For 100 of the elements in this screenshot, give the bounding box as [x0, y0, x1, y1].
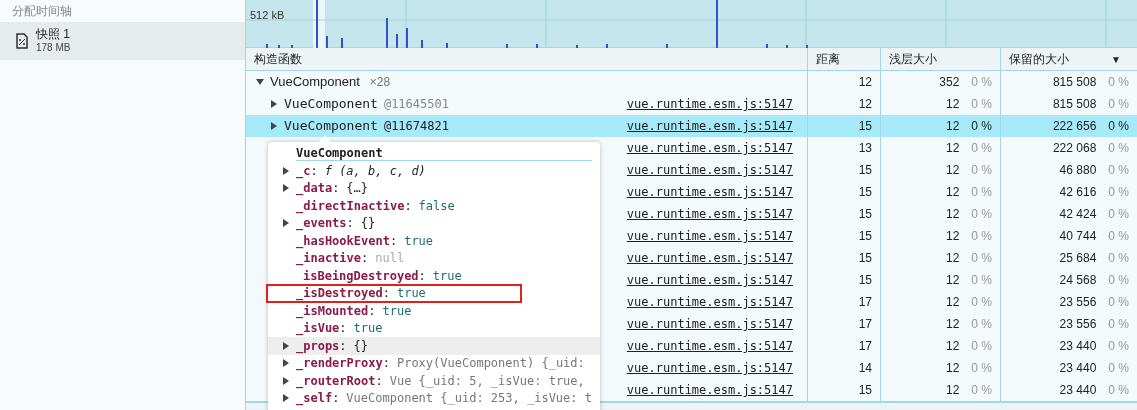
shallow-size: 12 [945, 338, 960, 355]
shallow-percent: 0 % [971, 360, 992, 377]
shallow-percent: 0 % [971, 294, 992, 311]
column-header[interactable]: 浅层大小 [889, 50, 937, 68]
property-key[interactable]: _routerRoot [296, 371, 376, 390]
source-link[interactable]: vue.runtime.esm.js:5147 [626, 337, 793, 355]
property-key[interactable]: _isVue [296, 319, 340, 338]
retained-size: 815 508 [1052, 96, 1097, 113]
property-key[interactable]: _renderProxy [296, 354, 383, 373]
source-link[interactable]: vue.runtime.esm.js:5147 [626, 183, 793, 201]
retained-percent: 0 % [1108, 228, 1129, 245]
popover-title: VueComponent [296, 146, 383, 160]
shallow-size: 12 [945, 382, 960, 399]
constructor-name[interactable]: VueComponent [284, 94, 378, 114]
expand-triangle-icon[interactable] [282, 219, 290, 228]
colon: : [418, 267, 426, 285]
source-link[interactable]: vue.runtime.esm.js:5147 [626, 161, 793, 179]
shallow-percent: 0 % [971, 162, 992, 179]
property-key[interactable]: _props [296, 336, 340, 355]
property-key[interactable]: _inactive [296, 249, 362, 268]
shallow-size: 12 [945, 250, 960, 267]
distance-value: 12 [858, 96, 872, 113]
property-key[interactable]: _isMounted [296, 301, 369, 320]
shallow-percent: 0 % [971, 316, 992, 333]
distance-value: 15 [858, 206, 872, 223]
retained-size: 23 440 [1059, 360, 1097, 377]
retained-size: 23 440 [1059, 338, 1097, 355]
property-key[interactable]: _hasHookEvent [296, 231, 390, 250]
shallow-percent: 0 % [971, 382, 992, 399]
table-row[interactable]: VueComponent @11674821 vue.runtime.esm.js:5147 15 12 0 % 222 656 0 % [246, 115, 1137, 137]
source-link[interactable]: vue.runtime.esm.js:5147 [626, 117, 793, 135]
property-key[interactable]: _self [296, 389, 333, 408]
shallow-size: 12 [945, 294, 960, 311]
shallow-percent: 0 % [971, 250, 992, 267]
property-value: {…} [346, 180, 369, 198]
distance-value: 15 [858, 272, 872, 289]
property-value: true [432, 267, 462, 285]
colon: : [346, 215, 354, 233]
retained-size: 25 684 [1059, 250, 1097, 267]
source-link[interactable]: vue.runtime.esm.js:5147 [626, 271, 793, 289]
colon: : [339, 337, 347, 355]
source-link[interactable]: vue.runtime.esm.js:5147 [626, 139, 793, 157]
retained-size: 23 556 [1059, 294, 1097, 311]
property-value: {} [360, 215, 376, 233]
column-header[interactable]: 构造函数 [254, 50, 302, 68]
retained-percent: 0 % [1108, 206, 1129, 223]
constructor-name[interactable]: VueComponent [284, 116, 378, 136]
property-key[interactable]: _directInactive [296, 196, 405, 215]
property-value: false [418, 197, 455, 215]
retained-percent: 0 % [1108, 184, 1129, 201]
snapshot-size: 178 MB [36, 41, 71, 54]
colon: : [361, 250, 369, 268]
section-title: 分配时间轴 [11, 3, 73, 20]
property-value: Vue {_uid: 5, _isVue: true, [389, 372, 585, 390]
constructor-name[interactable]: VueComponent [270, 72, 360, 92]
axis-label: 512 kB [250, 8, 285, 23]
retained-percent: 0 % [1108, 118, 1129, 135]
source-link[interactable]: vue.runtime.esm.js:5147 [626, 359, 793, 377]
property-value: {} [353, 337, 369, 355]
colon: : [389, 232, 398, 250]
shallow-percent: 0 % [971, 228, 992, 245]
source-link[interactable]: vue.runtime.esm.js:5147 [626, 293, 793, 311]
source-link[interactable]: vue.runtime.esm.js:5147 [626, 315, 793, 333]
property-key[interactable]: _data [296, 179, 333, 198]
property-key[interactable]: _isDestroyed [296, 284, 383, 303]
shallow-size: 12 [945, 316, 960, 333]
shallow-size: 12 [945, 206, 960, 223]
shallow-size: 12 [945, 184, 960, 201]
retained-percent: 0 % [1108, 294, 1129, 311]
shallow-size: 12 [945, 228, 960, 245]
expand-triangle-icon[interactable] [270, 122, 278, 130]
retained-size: 815 508 [1052, 74, 1097, 91]
distance-value: 15 [858, 162, 872, 179]
source-link[interactable]: vue.runtime.esm.js:5147 [626, 95, 793, 113]
column-header[interactable]: 距离 [816, 50, 840, 68]
distance-value: 15 [858, 184, 872, 201]
source-link[interactable]: vue.runtime.esm.js:5147 [626, 205, 793, 223]
source-link[interactable]: vue.runtime.esm.js:5147 [626, 381, 793, 399]
property-key[interactable]: _events [296, 214, 347, 233]
sort-indicator[interactable]: ▼ [1111, 51, 1121, 67]
shallow-percent: 0 % [971, 74, 992, 91]
retained-size: 222 068 [1052, 140, 1097, 157]
column-header[interactable]: 保留的大小 [1009, 50, 1069, 68]
retained-percent: 0 % [1108, 382, 1129, 399]
shallow-percent: 0 % [971, 140, 992, 157]
retained-size: 24 568 [1059, 272, 1097, 289]
shallow-size: 12 [945, 118, 960, 135]
retained-percent: 0 % [1108, 96, 1129, 113]
colon: : [404, 197, 412, 215]
source-link[interactable]: vue.runtime.esm.js:5147 [626, 249, 793, 267]
property-key[interactable]: _c [296, 161, 311, 180]
colon: : [332, 180, 340, 198]
source-link[interactable]: vue.runtime.esm.js:5147 [626, 227, 793, 245]
expand-triangle-icon[interactable] [270, 100, 278, 108]
colon: : [339, 320, 347, 338]
property-key[interactable]: isBeingDestroyed [303, 266, 419, 285]
distance-value: 17 [858, 294, 872, 311]
expand-triangle-icon[interactable] [256, 78, 264, 86]
snapshot-item[interactable]: 快照 1 178 MB [0, 22, 245, 60]
object-id: @11674821 [383, 118, 449, 135]
